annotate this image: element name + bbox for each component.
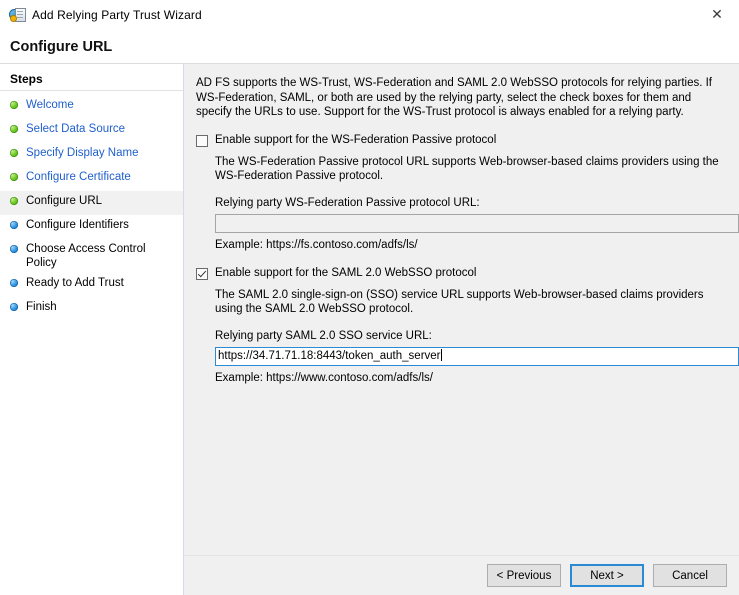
sidebar-item-select-data-source[interactable]: Select Data Source bbox=[0, 119, 183, 143]
wsfed-enable-checkbox-row[interactable]: Enable support for the WS-Federation Pas… bbox=[196, 134, 725, 147]
sidebar-item-finish[interactable]: Finish bbox=[0, 297, 183, 321]
step-bullet-icon bbox=[10, 279, 18, 287]
main-content: AD FS supports the WS-Trust, WS-Federati… bbox=[184, 64, 739, 555]
sidebar-item-label: Specify Display Name bbox=[26, 147, 139, 159]
step-bullet-icon bbox=[10, 125, 18, 133]
sidebar-item-welcome[interactable]: Welcome bbox=[0, 95, 183, 119]
sidebar-item-label: Configure URL bbox=[26, 195, 103, 207]
saml-enable-checkbox[interactable] bbox=[196, 267, 208, 280]
sidebar-item-specify-display-name[interactable]: Specify Display Name bbox=[0, 143, 183, 167]
sidebar-item-configure-url[interactable]: Configure URL bbox=[0, 191, 183, 215]
step-bullet-icon bbox=[10, 173, 18, 181]
wsfed-url-input[interactable] bbox=[215, 213, 739, 233]
saml-url-example: Example: https://www.contoso.com/adfs/ls… bbox=[215, 371, 433, 384]
wsfed-url-example: Example: https://fs.contoso.com/adfs/ls/ bbox=[215, 238, 418, 251]
step-bullet-icon bbox=[10, 101, 18, 109]
page-heading: Configure URL bbox=[0, 30, 739, 63]
step-bullet-icon bbox=[10, 221, 18, 229]
wizard-body: Steps Welcome Select Data Source Specify… bbox=[0, 64, 739, 595]
saml-url-value: https://34.71.71.18:8443/token_auth_serv… bbox=[218, 349, 441, 362]
main-pane: AD FS supports the WS-Trust, WS-Federati… bbox=[184, 64, 739, 595]
step-bullet-icon bbox=[10, 245, 18, 253]
window-titlebar: Add Relying Party Trust Wizard ✕ bbox=[0, 0, 739, 30]
sidebar-item-label: Finish bbox=[26, 301, 57, 313]
sidebar-item-choose-access-control-policy[interactable]: Choose Access Control Policy bbox=[0, 239, 183, 273]
sidebar-item-configure-identifiers[interactable]: Configure Identifiers bbox=[0, 215, 183, 239]
page-title: Configure URL bbox=[10, 38, 113, 55]
wizard-button-bar: < Previous Next > Cancel bbox=[184, 555, 739, 595]
relying-party-trust-icon bbox=[9, 7, 26, 23]
step-bullet-icon bbox=[10, 149, 18, 157]
sidebar-item-label: Configure Certificate bbox=[26, 171, 131, 183]
sidebar-item-label: Ready to Add Trust bbox=[26, 277, 124, 289]
sidebar-item-configure-certificate[interactable]: Configure Certificate bbox=[0, 167, 183, 191]
sidebar-item-label: Configure Identifiers bbox=[26, 219, 129, 231]
sidebar-item-ready-to-add-trust[interactable]: Ready to Add Trust bbox=[0, 273, 183, 297]
steps-title: Steps bbox=[0, 70, 183, 91]
sidebar-item-label: Select Data Source bbox=[26, 123, 126, 135]
sidebar-item-label: Choose Access Control Policy bbox=[26, 243, 146, 269]
saml-url-label: Relying party SAML 2.0 SSO service URL: bbox=[215, 329, 432, 342]
intro-text: AD FS supports the WS-Trust, WS-Federati… bbox=[196, 77, 712, 118]
saml-description: The SAML 2.0 single-sign-on (SSO) servic… bbox=[215, 288, 704, 316]
close-icon[interactable]: ✕ bbox=[695, 0, 739, 30]
wsfed-enable-checkbox[interactable] bbox=[196, 134, 208, 147]
previous-button[interactable]: < Previous bbox=[487, 564, 561, 587]
cancel-button[interactable]: Cancel bbox=[653, 564, 727, 587]
step-bullet-icon bbox=[10, 303, 18, 311]
sidebar-item-label: Welcome bbox=[26, 99, 74, 111]
wsfed-url-label: Relying party WS-Federation Passive prot… bbox=[215, 196, 480, 209]
saml-url-input[interactable]: https://34.71.71.18:8443/token_auth_serv… bbox=[215, 346, 739, 366]
wsfed-description: The WS-Federation Passive protocol URL s… bbox=[215, 155, 719, 183]
wsfed-enable-label: Enable support for the WS-Federation Pas… bbox=[215, 133, 497, 146]
step-bullet-icon bbox=[10, 197, 18, 205]
text-caret bbox=[440, 348, 442, 361]
saml-enable-label: Enable support for the SAML 2.0 WebSSO p… bbox=[215, 266, 477, 279]
steps-sidebar: Steps Welcome Select Data Source Specify… bbox=[0, 64, 184, 595]
window-title: Add Relying Party Trust Wizard bbox=[32, 8, 202, 22]
saml-enable-checkbox-row[interactable]: Enable support for the SAML 2.0 WebSSO p… bbox=[196, 267, 725, 280]
next-button[interactable]: Next > bbox=[570, 564, 644, 587]
